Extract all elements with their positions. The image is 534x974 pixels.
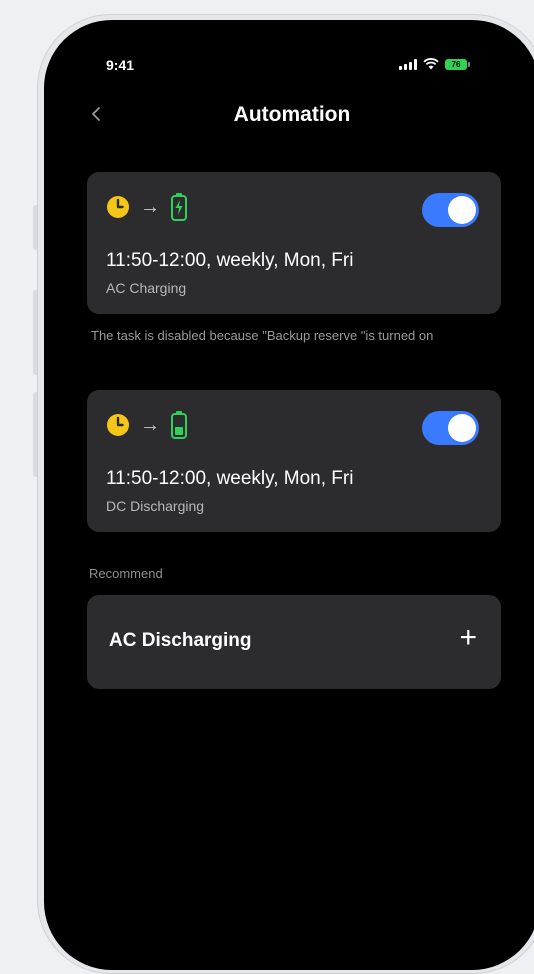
recommend-section-label: Recommend [89,566,163,581]
page-title: Automation [233,103,351,126]
task-card[interactable]: → 11:50-12:00, weekly, Mon, Fri DC Disch… [87,390,501,532]
battery-level: 76 [451,59,461,69]
task-toggle[interactable] [422,411,479,445]
task-schedule: 11:50-12:00, weekly, Mon, Fri [106,250,354,271]
recommend-item-label: AC Discharging [109,630,252,651]
toggle-knob [448,414,476,442]
task-mode: DC Discharging [106,498,205,514]
arrow-right-icon: → [140,414,160,436]
status-time: 9:41 [106,57,135,73]
plus-icon[interactable]: + [459,623,477,653]
task-mode: AC Charging [106,280,187,296]
battery-status-icon: 76 [445,58,470,70]
arrow-right-icon: → [140,196,160,218]
clock-icon [107,196,129,218]
battery-charging-icon [171,193,187,221]
clock-icon [107,414,129,436]
task-toggle[interactable] [422,193,479,227]
phone-screen: 9:41 76 Automation → 11:50-12:00, weekly… [44,20,534,970]
status-icons: 76 [399,58,470,70]
toggle-knob [448,196,476,224]
battery-discharging-icon [171,411,187,439]
recommend-item[interactable]: AC Discharging + [87,595,501,689]
disabled-notice: The task is disabled because "Backup res… [91,328,434,343]
task-card[interactable]: → 11:50-12:00, weekly, Mon, Fri AC Charg… [87,172,501,314]
cellular-signal-icon [399,58,417,70]
wifi-icon [423,58,439,70]
task-schedule: 11:50-12:00, weekly, Mon, Fri [106,468,354,489]
